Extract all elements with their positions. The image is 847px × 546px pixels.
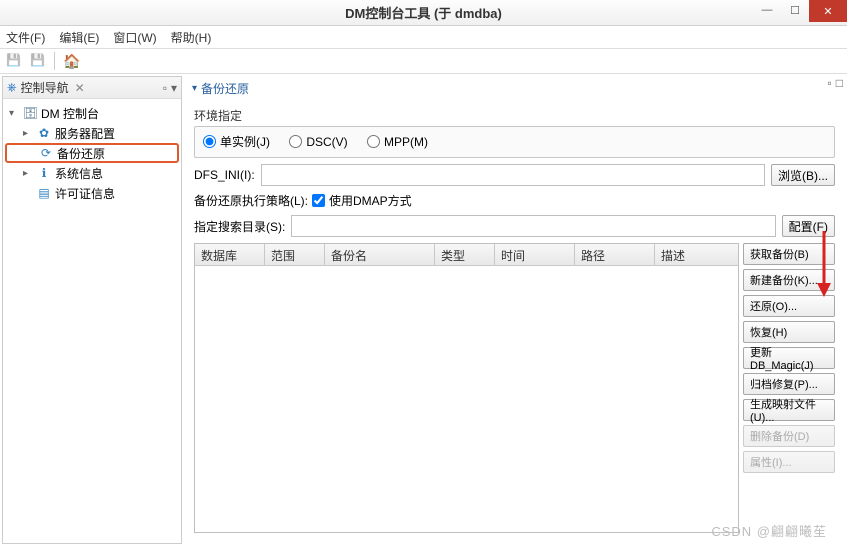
- search-dir-input[interactable]: [291, 215, 775, 237]
- radio-single-input[interactable]: [203, 135, 216, 148]
- saveall-icon[interactable]: 💾: [30, 53, 46, 69]
- col-name[interactable]: 备份名: [325, 244, 435, 265]
- close-button[interactable]: ✕: [809, 0, 847, 22]
- tree-root[interactable]: ▾ 🗄 DM 控制台: [5, 103, 179, 123]
- tree-server-config[interactable]: ▸ ✿ 服务器配置: [5, 123, 179, 143]
- panel-min-icon[interactable]: ▫: [827, 76, 831, 90]
- gen-map-button[interactable]: 生成映射文件(U)...: [743, 399, 835, 421]
- col-scope[interactable]: 范围: [265, 244, 325, 265]
- table-header: 数据库 范围 备份名 类型 时间 路径 描述: [195, 244, 738, 266]
- nav-title: 控制导航: [21, 79, 69, 96]
- minimize-button[interactable]: —: [753, 0, 781, 20]
- menu-window[interactable]: 窗口(W): [113, 29, 156, 46]
- twisty-icon[interactable]: ▾: [9, 108, 19, 119]
- gear-icon: ✿: [37, 126, 51, 140]
- recover-button[interactable]: 恢复(H): [743, 321, 835, 343]
- delete-backup-button: 删除备份(D): [743, 425, 835, 447]
- tree-label: 系统信息: [55, 165, 103, 182]
- strategy-checkbox[interactable]: [312, 194, 325, 207]
- window-controls: — ☐ ✕: [753, 0, 847, 22]
- radio-mpp[interactable]: MPP(M): [367, 135, 428, 149]
- toolbar-separator: [54, 52, 55, 70]
- env-label: 环境指定: [194, 103, 835, 126]
- home-icon[interactable]: 🏠: [63, 53, 80, 70]
- section-header[interactable]: ▾ 备份还原: [184, 74, 845, 99]
- radio-dsc[interactable]: DSC(V): [289, 135, 347, 149]
- save-icon[interactable]: 💾: [6, 53, 22, 69]
- menu-help[interactable]: 帮助(H): [171, 29, 212, 46]
- col-type[interactable]: 类型: [435, 244, 495, 265]
- info-icon: ℹ: [37, 166, 51, 180]
- license-icon: ▤: [37, 186, 51, 200]
- browse-button[interactable]: 浏览(B)...: [771, 164, 835, 186]
- panel-max-icon[interactable]: □: [836, 76, 843, 90]
- nav-close-x[interactable]: ✕: [75, 81, 85, 95]
- backup-table[interactable]: 数据库 范围 备份名 类型 时间 路径 描述: [194, 243, 739, 533]
- title-bar: DM控制台工具 (于 dmdba) — ☐ ✕: [0, 0, 847, 26]
- strategy-checkbox-label: 使用DMAP方式: [329, 192, 412, 209]
- menu-bar: 文件(F) 编辑(E) 窗口(W) 帮助(H): [0, 26, 847, 48]
- menu-file[interactable]: 文件(F): [6, 29, 45, 46]
- col-time[interactable]: 时间: [495, 244, 575, 265]
- radio-dsc-input[interactable]: [289, 135, 302, 148]
- tree-license-info[interactable]: ▤ 许可证信息: [5, 183, 179, 203]
- env-radio-group: 单实例(J) DSC(V) MPP(M): [194, 126, 835, 158]
- backup-icon: ⟳: [39, 146, 53, 160]
- nav-min-icon[interactable]: ▫: [163, 81, 167, 95]
- window-title: DM控制台工具 (于 dmdba): [345, 3, 502, 22]
- radio-single[interactable]: 单实例(J): [203, 133, 270, 150]
- col-path[interactable]: 路径: [575, 244, 655, 265]
- tree-root-label: DM 控制台: [41, 105, 99, 122]
- twisty-icon[interactable]: ▸: [23, 128, 33, 139]
- tree-label: 备份还原: [57, 145, 105, 162]
- search-dir-label: 指定搜索目录(S):: [194, 218, 285, 235]
- watermark: CSDN @翩翩曦苼: [711, 521, 827, 540]
- main-panel: ▫ □ ▾ 备份还原 环境指定 单实例(J) DSC(V) MPP(M) DFS…: [184, 74, 845, 546]
- update-magic-button[interactable]: 更新DB_Magic(J): [743, 347, 835, 369]
- nav-compass-icon: ⎈: [7, 80, 17, 95]
- col-db[interactable]: 数据库: [195, 244, 265, 265]
- annotation-arrow: [815, 229, 833, 302]
- dfs-ini-input[interactable]: [261, 164, 765, 186]
- tree-system-info[interactable]: ▸ ℹ 系统信息: [5, 163, 179, 183]
- nav-menu-icon[interactable]: ▾: [171, 81, 177, 95]
- toolbar: 💾 💾 🏠: [0, 48, 847, 74]
- section-title-text: 备份还原: [201, 80, 249, 97]
- strategy-label: 备份还原执行策略(L):: [194, 192, 308, 209]
- properties-button: 属性(I)...: [743, 451, 835, 473]
- tree-label: 许可证信息: [55, 185, 115, 202]
- col-desc[interactable]: 描述: [655, 244, 738, 265]
- radio-mpp-input[interactable]: [367, 135, 380, 148]
- menu-edit[interactable]: 编辑(E): [59, 29, 99, 46]
- archive-fix-button[interactable]: 归档修复(P)...: [743, 373, 835, 395]
- tree-backup-restore[interactable]: ⟳ 备份还原: [5, 143, 179, 163]
- nav-header: ⎈ 控制导航 ✕ ▫ ▾: [3, 77, 181, 99]
- maximize-button[interactable]: ☐: [781, 0, 809, 20]
- chevron-down-icon: ▾: [192, 83, 197, 94]
- nav-panel: ⎈ 控制导航 ✕ ▫ ▾ ▾ 🗄 DM 控制台 ▸ ✿ 服务器配置 ⟳ 备份还原: [2, 76, 182, 544]
- dfs-ini-label: DFS_INI(I):: [194, 168, 255, 182]
- nav-tree: ▾ 🗄 DM 控制台 ▸ ✿ 服务器配置 ⟳ 备份还原 ▸ ℹ 系统信息: [3, 99, 181, 207]
- tree-label: 服务器配置: [55, 125, 115, 142]
- twisty-icon[interactable]: ▸: [23, 168, 33, 179]
- panel-controls: ▫ □: [827, 76, 843, 90]
- database-icon: 🗄: [23, 106, 37, 120]
